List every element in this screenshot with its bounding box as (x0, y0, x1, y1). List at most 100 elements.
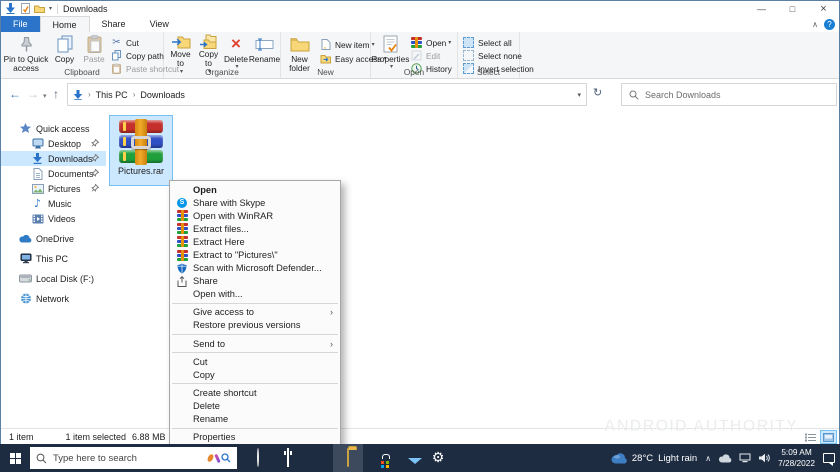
sidebar-item-documents[interactable]: Documents (1, 166, 106, 181)
context-menu-item-extract-files[interactable]: Extract files... (170, 222, 340, 235)
forward-button[interactable]: → (27, 86, 39, 102)
tab-file[interactable]: File (1, 16, 40, 32)
edit-button[interactable]: Edit (410, 49, 440, 62)
tab-view[interactable]: View (138, 16, 181, 32)
context-menu-item-scan-with-microsoft-defender[interactable]: Scan with Microsoft Defender... (170, 262, 340, 275)
search-highlights-icon (208, 453, 232, 463)
taskbar-apps: ⚙ (243, 444, 453, 472)
context-menu-item-rename[interactable]: Rename (170, 413, 340, 426)
sidebar-item-videos[interactable]: Videos (1, 211, 106, 226)
search-box[interactable]: Search Downloads (621, 83, 837, 106)
windows-logo-icon (10, 453, 21, 464)
back-button[interactable]: ← (9, 86, 21, 102)
taskbar-edge-button[interactable] (303, 444, 333, 472)
sidebar-item-local-disk-f[interactable]: Local Disk (F:) (1, 271, 106, 286)
context-menu-item-cut[interactable]: Cut (170, 355, 340, 368)
network-icon (19, 293, 32, 304)
context-menu-item-delete[interactable]: Delete (170, 399, 340, 412)
cut-button[interactable]: ✂ Cut (110, 36, 139, 49)
taskbar-taskview-button[interactable] (273, 444, 303, 472)
qat-customize-chevron-icon[interactable]: ▾ (49, 5, 52, 12)
tray-volume-icon[interactable] (758, 453, 770, 463)
menu-item-label: Properties (193, 432, 235, 442)
context-menu-item-share-with-skype[interactable]: SShare with Skype (170, 196, 340, 209)
sidebar-item-this-pc[interactable]: This PC (1, 251, 106, 266)
sidebar-item-pictures[interactable]: Pictures (1, 181, 106, 196)
maximize-button[interactable]: □ (777, 1, 808, 16)
menu-icon-spacer (175, 432, 189, 443)
file-item-pictures-rar[interactable]: Pictures.rar (109, 115, 173, 186)
tray-chevron-up-icon[interactable]: ∧ (705, 454, 711, 463)
taskbar-search-box[interactable]: Type here to search (30, 447, 237, 469)
menu-item-label: Delete (193, 401, 220, 411)
ribbon-group-organize: Move to▾ Copy to▾ × Delete▾ Rename Organ… (164, 32, 281, 78)
sidebar-item-downloads[interactable]: Downloads (1, 151, 106, 166)
weather-widget[interactable]: 28°C Light rain (611, 453, 697, 464)
context-menu-item-open-with-winrar[interactable]: Open with WinRAR (170, 209, 340, 222)
search-placeholder: Search Downloads (645, 90, 721, 100)
taskbar-settings-button[interactable]: ⚙ (423, 444, 453, 472)
up-button[interactable]: ↑ (53, 86, 59, 102)
context-menu-item-create-shortcut[interactable]: Create shortcut (170, 386, 340, 399)
address-dropdown-chevron-icon[interactable]: ▾ (577, 91, 581, 99)
context-menu-item-restore-previous-versions[interactable]: Restore previous versions (170, 319, 340, 332)
context-menu-item-give-access-to[interactable]: Give access to› (170, 306, 340, 319)
submenu-chevron-icon: › (330, 307, 333, 317)
sidebar-item-onedrive[interactable]: OneDrive (1, 231, 106, 246)
taskbar-store-button[interactable] (363, 444, 393, 472)
details-view-button[interactable] (802, 430, 819, 444)
context-menu-item-send-to[interactable]: Send to› (170, 337, 340, 350)
taskbar-mail-button[interactable] (393, 444, 423, 472)
menu-item-label: Extract files... (193, 224, 249, 234)
breadcrumb-this-pc[interactable]: This PC (96, 90, 128, 100)
recent-locations-chevron-icon[interactable]: ▾ (43, 89, 47, 105)
select-all-button[interactable]: Select all (462, 36, 512, 49)
sidebar-item-network[interactable]: Network (1, 291, 106, 306)
taskbar-cortana-button[interactable] (243, 444, 273, 472)
action-center-icon[interactable] (823, 453, 835, 463)
context-menu-item-share[interactable]: Share (170, 275, 340, 288)
menu-icon-spacer (175, 356, 189, 367)
explorer-window: ▾ Downloads — □ × File Home Share View ∧… (0, 0, 840, 444)
taskbar: Type here to search ⚙ 28°C Light rain ∧ … (0, 444, 840, 472)
qat-new-folder-button[interactable] (34, 4, 45, 13)
help-icon[interactable]: ? (824, 19, 835, 30)
tray-onedrive-icon[interactable] (718, 454, 732, 463)
sidebar-item-desktop[interactable]: Desktop (1, 136, 106, 151)
winrar-icon (175, 210, 189, 221)
copy-path-button[interactable]: Copy path (110, 49, 164, 62)
menu-item-label: Cut (193, 357, 207, 367)
sidebar-item-quick-access[interactable]: Quick access (1, 121, 106, 136)
tab-share[interactable]: Share (90, 16, 138, 32)
refresh-icon[interactable]: ↻ (593, 86, 602, 99)
item-count: 1 item (9, 432, 34, 442)
select-none-button[interactable]: Select none (462, 49, 522, 62)
taskbar-clock[interactable]: 5:09 AM 7/28/2022 (778, 447, 815, 469)
breadcrumb-downloads[interactable]: Downloads (140, 90, 185, 100)
menu-icon-spacer (175, 400, 189, 411)
pushpin-icon (19, 34, 34, 54)
collapse-ribbon-chevron-icon[interactable]: ∧ (812, 20, 818, 29)
winrar-archive-icon (118, 119, 164, 165)
music-icon: ♪ (31, 197, 44, 210)
close-button[interactable]: × (808, 1, 839, 16)
tab-home[interactable]: Home (40, 16, 90, 32)
start-button[interactable] (0, 444, 30, 472)
context-menu-item-extract-here[interactable]: Extract Here (170, 235, 340, 248)
minimize-button[interactable]: — (746, 1, 777, 16)
address-breadcrumb[interactable]: › This PC › Downloads ▾ (67, 83, 587, 106)
context-menu-item-open-with[interactable]: Open with... (170, 288, 340, 301)
sidebar-item-music[interactable]: ♪Music (1, 196, 106, 211)
tray-network-icon[interactable] (739, 453, 751, 463)
taskbar-explorer-button[interactable] (333, 444, 363, 472)
new-item-button[interactable]: New item▾ (319, 38, 375, 51)
qat-properties-button[interactable] (21, 3, 30, 14)
desktop-icon (31, 138, 44, 149)
context-menu-item-open[interactable]: Open (170, 183, 340, 196)
context-menu-item-copy[interactable]: Copy (170, 368, 340, 381)
open-button[interactable]: Open▾ (410, 36, 451, 49)
context-menu-item-extract-to-pictures[interactable]: Extract to "Pictures\" (170, 248, 340, 261)
ribbon-group-open: Properties▾ Open▾ Edit History Open (371, 32, 458, 78)
large-icons-view-button[interactable] (820, 430, 837, 444)
context-menu-item-properties[interactable]: Properties (170, 431, 340, 444)
